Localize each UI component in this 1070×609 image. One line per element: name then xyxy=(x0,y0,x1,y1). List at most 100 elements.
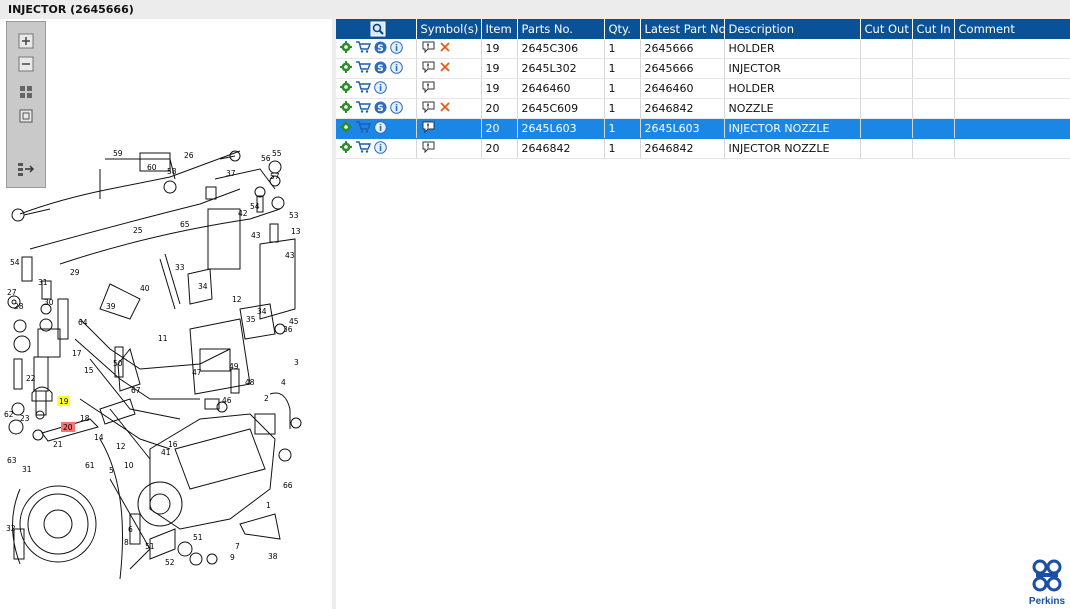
callout-label[interactable]: 13 xyxy=(291,227,301,236)
callout-label[interactable]: 8 xyxy=(124,538,129,547)
callout-label[interactable]: 3 xyxy=(294,358,299,367)
callout-label[interactable]: 61 xyxy=(85,461,95,470)
callout-label[interactable]: 11 xyxy=(158,334,168,343)
callout-label[interactable]: 39 xyxy=(106,302,116,311)
callout-label[interactable]: 31 xyxy=(22,465,32,474)
callout-label[interactable]: 66 xyxy=(283,481,293,490)
callout-label[interactable]: 2 xyxy=(264,394,269,403)
callout-label[interactable]: 38 xyxy=(268,552,278,561)
gear-icon[interactable] xyxy=(340,101,352,116)
note-icon[interactable] xyxy=(421,120,436,137)
callout-label[interactable]: 41 xyxy=(161,448,171,457)
table-row[interactable]: i 20 2645L603 1 2645L603 INJECTOR NOZZLE xyxy=(336,118,1070,139)
callout-label[interactable]: 53 xyxy=(289,211,299,220)
cart-icon[interactable] xyxy=(355,61,372,76)
callout-label[interactable]: 43 xyxy=(251,231,261,240)
info-icon[interactable]: i xyxy=(374,120,387,137)
cart-icon[interactable] xyxy=(355,41,372,56)
column-header-parts-no[interactable]: Parts No. xyxy=(517,19,605,39)
table-row[interactable]: Si 20 2645C609 1 2646842 NOZZLE xyxy=(336,98,1070,119)
callout-label[interactable]: 56 xyxy=(261,154,271,163)
info-icon[interactable]: i xyxy=(390,40,403,57)
fit-all-button[interactable] xyxy=(16,83,36,101)
callout-label[interactable]: 32 xyxy=(6,524,16,533)
callout-label[interactable]: 6 xyxy=(128,525,133,534)
callout-label[interactable]: 29 xyxy=(70,268,80,277)
callout-label[interactable]: 14 xyxy=(94,433,104,442)
cross-icon[interactable] xyxy=(439,101,451,116)
callout-label[interactable]: 34 xyxy=(257,307,267,316)
callout-label[interactable]: 36 xyxy=(283,325,293,334)
callout-label[interactable]: 51 xyxy=(145,542,155,551)
note-icon[interactable] xyxy=(421,60,436,77)
note-icon[interactable] xyxy=(421,40,436,57)
callout-label[interactable]: 1 xyxy=(266,501,271,510)
column-header-description[interactable]: Description xyxy=(724,19,861,39)
callout-label[interactable]: 58 xyxy=(167,167,177,176)
column-header-actions[interactable] xyxy=(336,19,417,39)
zoom-in-button[interactable] xyxy=(16,32,36,50)
s-icon[interactable]: S xyxy=(374,61,387,77)
callout-20[interactable]: 20 xyxy=(63,423,73,432)
gear-icon[interactable] xyxy=(340,41,352,56)
callout-label[interactable]: 54 xyxy=(10,258,20,267)
callout-label[interactable]: 28 xyxy=(14,302,24,311)
callout-label[interactable]: 65 xyxy=(180,220,190,229)
callout-label[interactable]: 52 xyxy=(165,558,175,567)
callout-label[interactable]: 7 xyxy=(235,542,240,551)
callout-label[interactable]: 18 xyxy=(80,414,90,423)
callout-label[interactable]: 48 xyxy=(245,378,255,387)
callout-label[interactable]: 33 xyxy=(175,263,185,272)
callout-label[interactable]: 59 xyxy=(113,149,123,158)
cross-icon[interactable] xyxy=(439,61,451,76)
callout-label[interactable]: 46 xyxy=(222,396,232,405)
column-header-cut-in[interactable]: Cut In xyxy=(912,19,955,39)
callout-label[interactable]: 47 xyxy=(192,368,202,377)
callout-label[interactable]: 25 xyxy=(133,226,143,235)
callout-label[interactable]: 5 xyxy=(109,466,114,475)
callout-label[interactable]: 27 xyxy=(7,288,17,297)
gear-icon[interactable] xyxy=(340,121,352,136)
callout-label[interactable]: 42 xyxy=(238,209,248,218)
callout-label[interactable]: 43 xyxy=(285,251,295,260)
callout-label[interactable]: 21 xyxy=(53,440,63,449)
column-header-symbols[interactable]: Symbol(s) xyxy=(416,19,482,39)
info-icon[interactable]: i xyxy=(374,80,387,97)
callout-19[interactable]: 19 xyxy=(59,397,69,406)
callout-label[interactable]: 12 xyxy=(116,442,126,451)
table-row[interactable]: Si 19 2645C306 1 2645666 HOLDER xyxy=(336,39,1070,59)
info-icon[interactable]: i xyxy=(390,60,403,77)
callout-label[interactable]: 9 xyxy=(230,553,235,562)
callout-label[interactable]: 37 xyxy=(226,169,236,178)
cross-icon[interactable] xyxy=(439,41,451,56)
toggle-list-button[interactable] xyxy=(16,160,36,178)
s-icon[interactable]: S xyxy=(374,101,387,117)
callout-label[interactable]: 31 xyxy=(38,278,48,287)
column-header-latest-part-no[interactable]: Latest Part No. xyxy=(640,19,725,39)
callout-label[interactable]: 30 xyxy=(44,298,54,307)
callout-label[interactable]: 62 xyxy=(4,410,14,419)
callout-label[interactable]: 34 xyxy=(198,282,208,291)
column-header-qty[interactable]: Qty. xyxy=(604,19,641,39)
table-row[interactable]: i 19 2646460 1 2646460 HOLDER xyxy=(336,78,1070,99)
info-icon[interactable]: i xyxy=(390,100,403,117)
callout-label[interactable]: 40 xyxy=(140,284,150,293)
fit-window-button[interactable] xyxy=(16,107,36,125)
gear-icon[interactable] xyxy=(340,61,352,76)
gear-icon[interactable] xyxy=(340,141,352,156)
callout-label[interactable]: 57 xyxy=(270,172,280,181)
column-header-cut-out[interactable]: Cut Out xyxy=(860,19,913,39)
callout-label[interactable]: 10 xyxy=(124,461,134,470)
cart-icon[interactable] xyxy=(355,121,372,136)
note-icon[interactable] xyxy=(421,140,436,157)
callout-label[interactable]: 63 xyxy=(7,456,17,465)
note-icon[interactable] xyxy=(421,100,436,117)
callout-label[interactable]: 23 xyxy=(20,414,30,423)
exploded-diagram-pane[interactable]: 19 20 59 60 58 26 56 55 37 57 54 65 53 4… xyxy=(0,19,332,609)
s-icon[interactable]: S xyxy=(374,41,387,57)
column-header-comment[interactable]: Comment xyxy=(954,19,1070,39)
gear-icon[interactable] xyxy=(340,81,352,96)
callout-label[interactable]: 55 xyxy=(272,149,282,158)
callout-label[interactable]: 54 xyxy=(250,202,260,211)
callout-label[interactable]: 15 xyxy=(84,366,94,375)
